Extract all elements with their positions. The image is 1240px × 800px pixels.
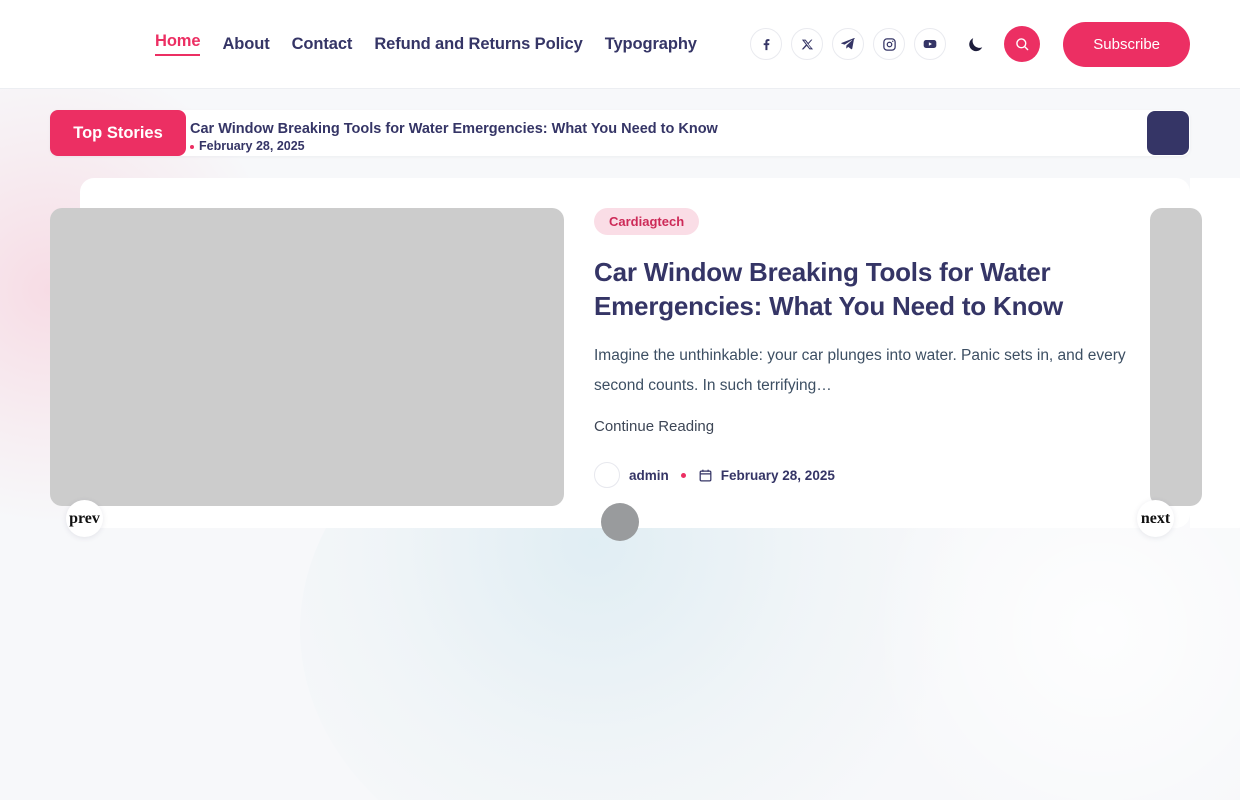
search-icon[interactable] (1004, 26, 1041, 62)
header-actions: Subscribe (750, 21, 1190, 67)
subscribe-button[interactable]: Subscribe (1063, 21, 1190, 67)
slide-title[interactable]: Car Window Breaking Tools for Water Emer… (594, 255, 1154, 323)
slide-author[interactable]: admin (629, 468, 669, 483)
facebook-icon[interactable] (750, 28, 783, 60)
nav-link-about[interactable]: About (222, 35, 269, 54)
nav-link-refund-and-returns-policy[interactable]: Refund and Returns Policy (374, 35, 582, 54)
slider-prev-button[interactable]: prev (66, 500, 103, 537)
ticker-item-title[interactable]: Car Window Breaking Tools for Water Emer… (190, 120, 1147, 138)
slider-next-button[interactable]: next (1137, 500, 1174, 537)
nav-link-typography[interactable]: Typography (605, 35, 697, 54)
ticker-viewport: Car Window Breaking Tools for Water Emer… (186, 110, 1147, 156)
slide-excerpt: Imagine the unthinkable: your car plunge… (594, 347, 1126, 394)
slider-loading-indicator (601, 503, 639, 541)
telegram-icon[interactable] (832, 28, 865, 60)
calendar-icon (699, 469, 712, 481)
featured-slider: Cardiagtech Car Window Breaking Tools fo… (50, 178, 1240, 541)
avatar (594, 462, 620, 488)
youtube-icon[interactable] (914, 28, 947, 60)
top-stories-ticker: Top Stories Car Window Breaking Tools fo… (50, 110, 1190, 156)
ticker-badge[interactable]: Top Stories (50, 110, 186, 156)
slide-image-placeholder[interactable] (50, 208, 564, 506)
slide-date-text: February 28, 2025 (720, 467, 835, 483)
slide-meta: admin February 28, 2025 (594, 462, 1154, 488)
nav-link-contact[interactable]: Contact (292, 35, 353, 54)
site-header: Home About Contact Refund and Returns Po… (0, 0, 1240, 89)
nav-link-home[interactable]: Home (155, 32, 201, 56)
main-navigation: Home About Contact Refund and Returns Po… (155, 32, 697, 56)
category-badge[interactable]: Cardiagtech (594, 208, 700, 235)
ticker-item-date: February 28, 2025 (199, 139, 305, 153)
slide-content: Cardiagtech Car Window Breaking Tools fo… (594, 208, 1154, 488)
bullet-dot-icon (190, 144, 194, 149)
instagram-icon[interactable] (873, 28, 906, 60)
continue-reading-link[interactable]: Continue Reading (594, 418, 714, 435)
x-twitter-icon[interactable] (791, 28, 824, 60)
ticker-end-block (1147, 111, 1189, 155)
ticker-item[interactable]: Car Window Breaking Tools for Water Emer… (190, 120, 1147, 155)
moon-icon[interactable] (959, 28, 991, 60)
ticker-item-meta: February 28, 2025 (190, 138, 1147, 155)
ticker-list: Car Window Breaking Tools for Water Emer… (190, 120, 1147, 156)
slide-card: Cardiagtech Car Window Breaking Tools fo… (50, 178, 1240, 528)
next-slide-peek[interactable] (1150, 208, 1202, 506)
bullet-dot-icon (680, 472, 686, 478)
slide-date: February 28, 2025 (698, 468, 835, 483)
